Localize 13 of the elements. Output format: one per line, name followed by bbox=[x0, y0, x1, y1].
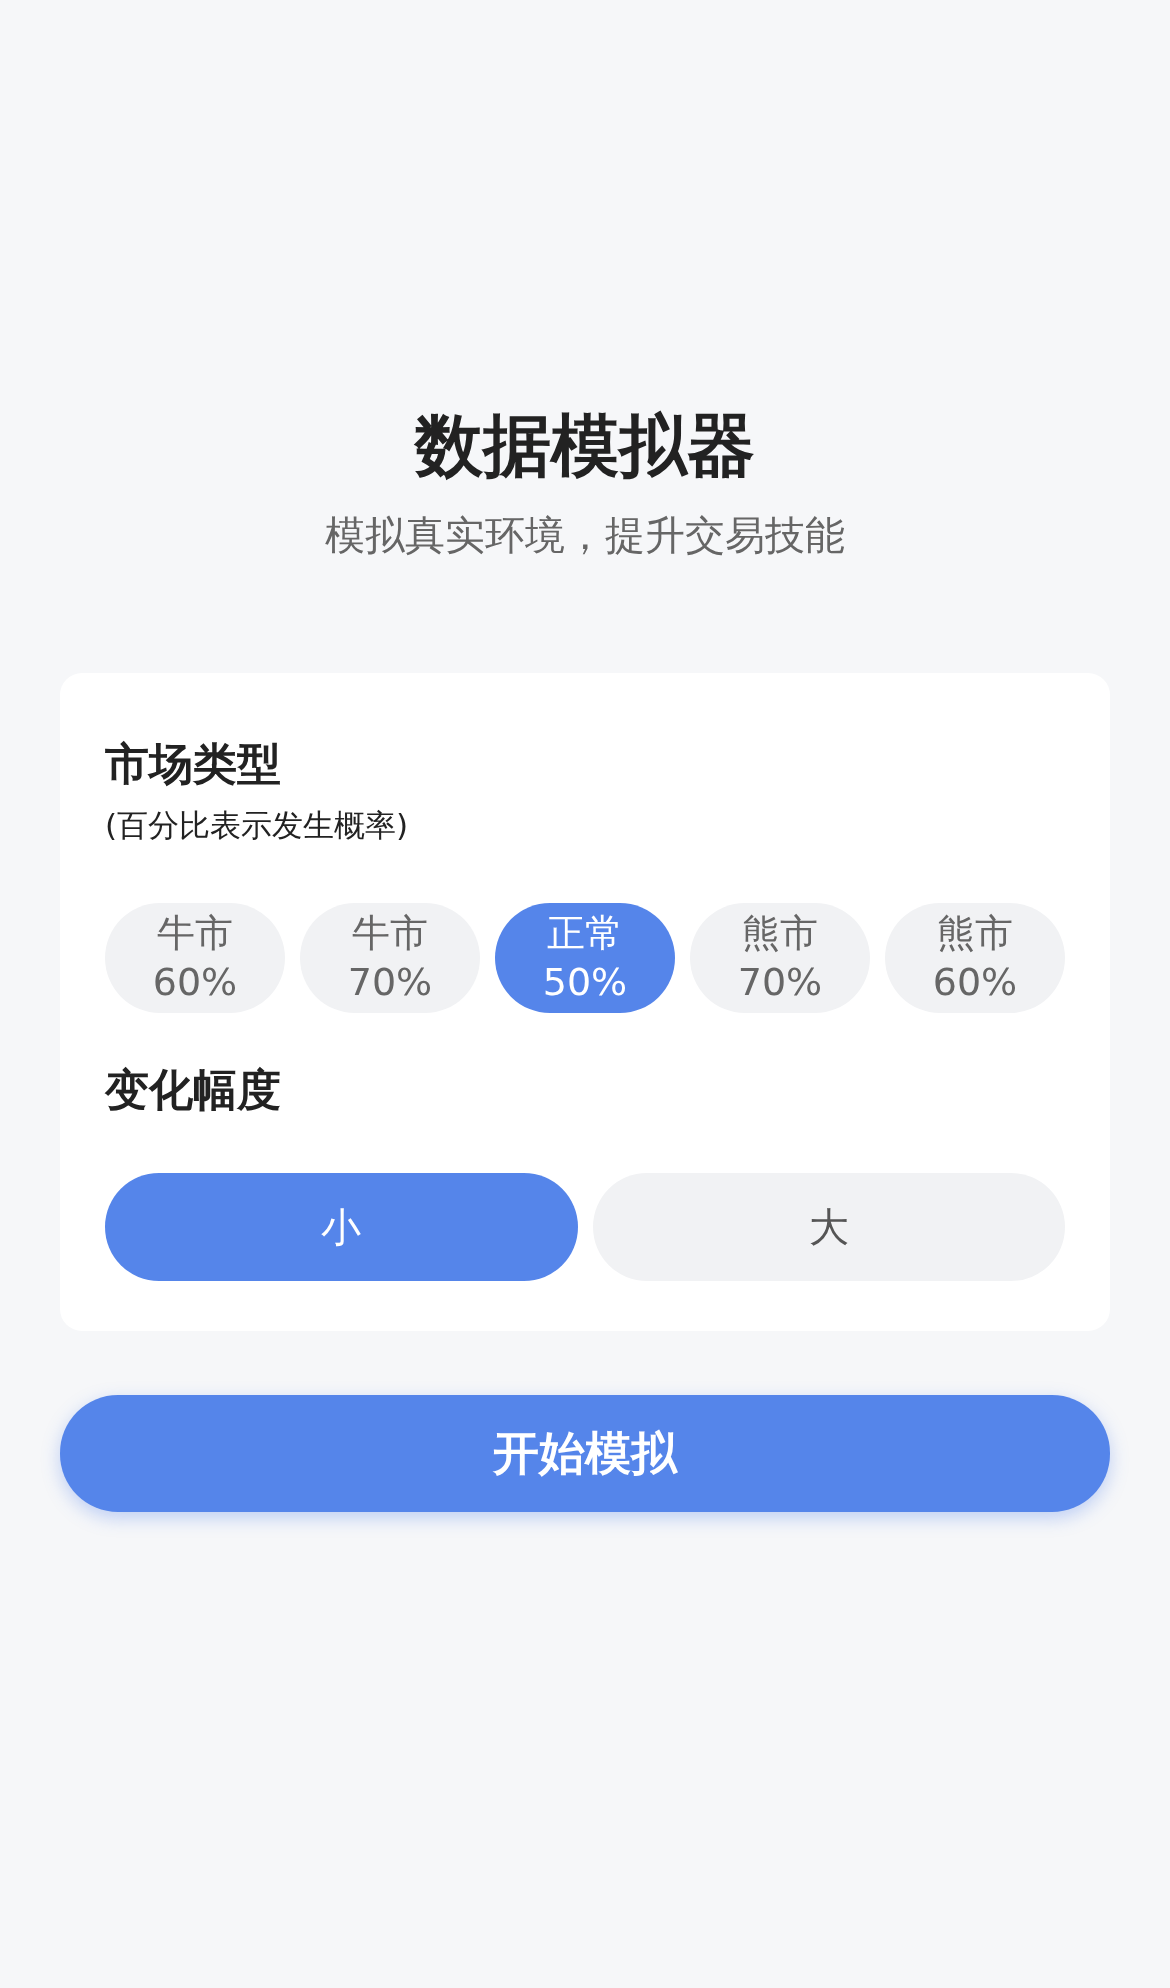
amplitude-option[interactable]: 小 bbox=[105, 1173, 578, 1282]
app-subtitle: 模拟真实环境，提升交易技能 bbox=[324, 510, 846, 560]
market-option[interactable]: 熊市 60% bbox=[885, 903, 1065, 1014]
market-option[interactable]: 正常 50% bbox=[495, 903, 675, 1014]
section-title: 市场类型 bbox=[105, 736, 282, 791]
app-title: 数据模拟器 bbox=[413, 405, 756, 487]
amplitude-option[interactable]: 大 bbox=[592, 1173, 1065, 1282]
market-option[interactable]: 牛市 70% bbox=[300, 903, 480, 1014]
section-title: 变化幅度 bbox=[105, 1063, 282, 1118]
section-note: (百分比表示发生概率) bbox=[105, 805, 410, 845]
market-option[interactable]: 熊市 70% bbox=[690, 903, 870, 1014]
market-option[interactable]: 牛市 60% bbox=[105, 903, 285, 1014]
start-button[interactable]: 开始模拟 bbox=[60, 1395, 1110, 1513]
